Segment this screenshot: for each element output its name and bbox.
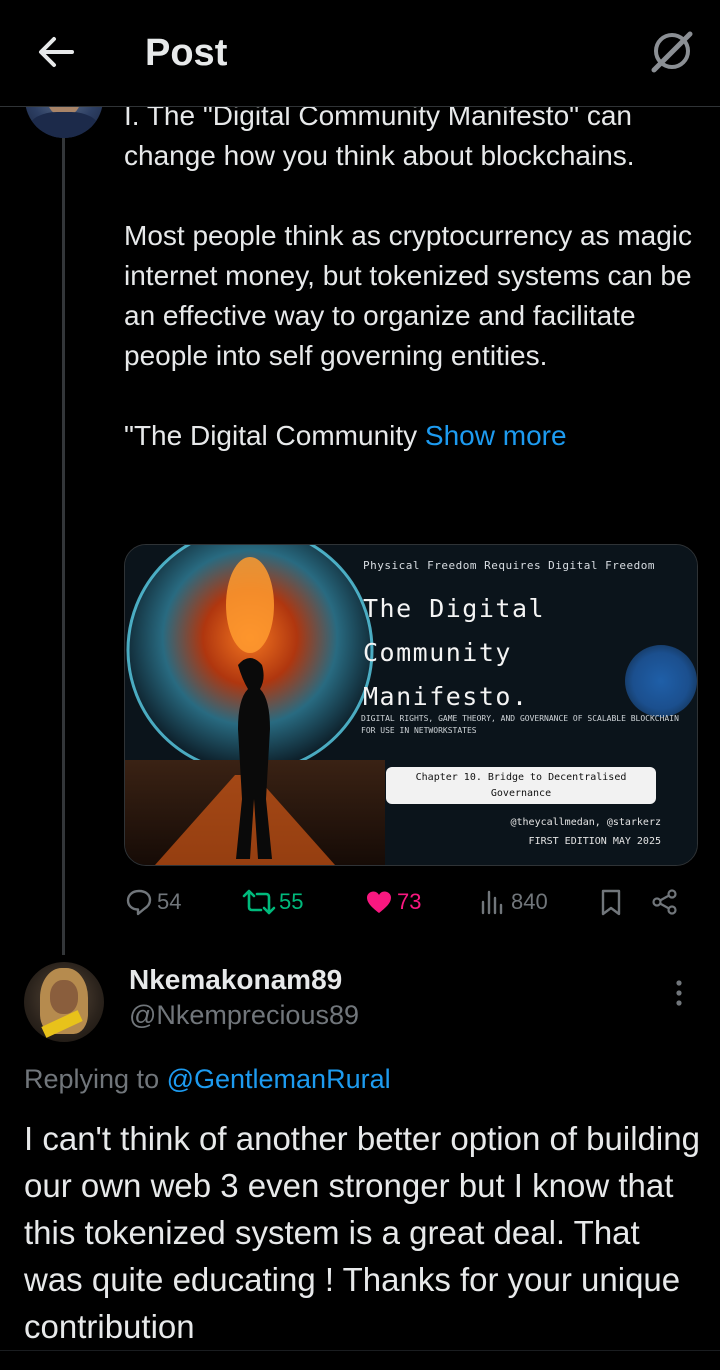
analytics-icon bbox=[481, 890, 503, 915]
reply-handle[interactable]: @Nkemprecious89 bbox=[129, 1000, 359, 1031]
top-bar: Post bbox=[0, 0, 720, 107]
reply-author-avatar[interactable] bbox=[24, 962, 104, 1042]
media-title-line-2: Community bbox=[363, 638, 512, 667]
repost-icon bbox=[242, 889, 276, 915]
bottom-edge bbox=[0, 1350, 720, 1370]
heart-icon bbox=[367, 891, 391, 913]
views-button[interactable]: 840 bbox=[478, 882, 548, 922]
reply-text: I can't think of another better option o… bbox=[24, 1120, 700, 1345]
media-chapter-box: Chapter 10. Bridge to Decentralised Gove… bbox=[386, 767, 656, 804]
media-subtitle: DIGITAL RIGHTS, GAME THEORY, AND GOVERNA… bbox=[361, 714, 679, 735]
page-title: Post bbox=[145, 32, 228, 74]
replying-to-mention[interactable]: @GentlemanRural bbox=[167, 1064, 391, 1094]
reply-count: 54 bbox=[157, 889, 182, 914]
share-button[interactable] bbox=[650, 882, 680, 922]
media-tagline: Physical Freedom Requires Digital Freedo… bbox=[363, 559, 656, 572]
show-more-link[interactable]: Show more bbox=[425, 420, 567, 451]
thread-line bbox=[62, 130, 65, 955]
views-count: 840 bbox=[511, 889, 548, 914]
tweet-body: I. The "Digital Community Manifesto" can… bbox=[124, 100, 693, 451]
more-options-icon[interactable] bbox=[664, 978, 694, 1008]
replying-prefix: Replying to bbox=[24, 1064, 167, 1094]
media-title: The Digital Community Manifesto. bbox=[363, 587, 683, 719]
reply-button[interactable]: 54 bbox=[124, 882, 181, 922]
bookmark-icon bbox=[601, 889, 621, 916]
back-arrow-icon[interactable] bbox=[34, 30, 78, 74]
like-button[interactable]: 73 bbox=[364, 882, 421, 922]
like-count: 73 bbox=[397, 889, 422, 914]
bookmark-button[interactable] bbox=[596, 882, 626, 922]
share-icon bbox=[652, 889, 677, 915]
media-title-line-1: The Digital bbox=[363, 594, 546, 623]
media-authors: @theycallmedan, @starkerz bbox=[510, 817, 661, 828]
reply-icon bbox=[126, 889, 152, 916]
tweet-text: I. The "Digital Community Manifesto" can… bbox=[124, 96, 704, 456]
tweet-media-image[interactable]: Physical Freedom Requires Digital Freedo… bbox=[124, 544, 698, 866]
tweet-actions: 54 55 73 840 bbox=[124, 882, 684, 922]
reply-display-name[interactable]: Nkemakonam89 bbox=[129, 964, 342, 996]
grok-icon[interactable] bbox=[648, 28, 694, 74]
repost-count: 55 bbox=[279, 889, 304, 914]
repost-button[interactable]: 55 bbox=[242, 882, 303, 922]
media-edition: FIRST EDITION MAY 2025 bbox=[528, 836, 661, 847]
replying-to: Replying to @GentlemanRural bbox=[24, 1064, 391, 1095]
